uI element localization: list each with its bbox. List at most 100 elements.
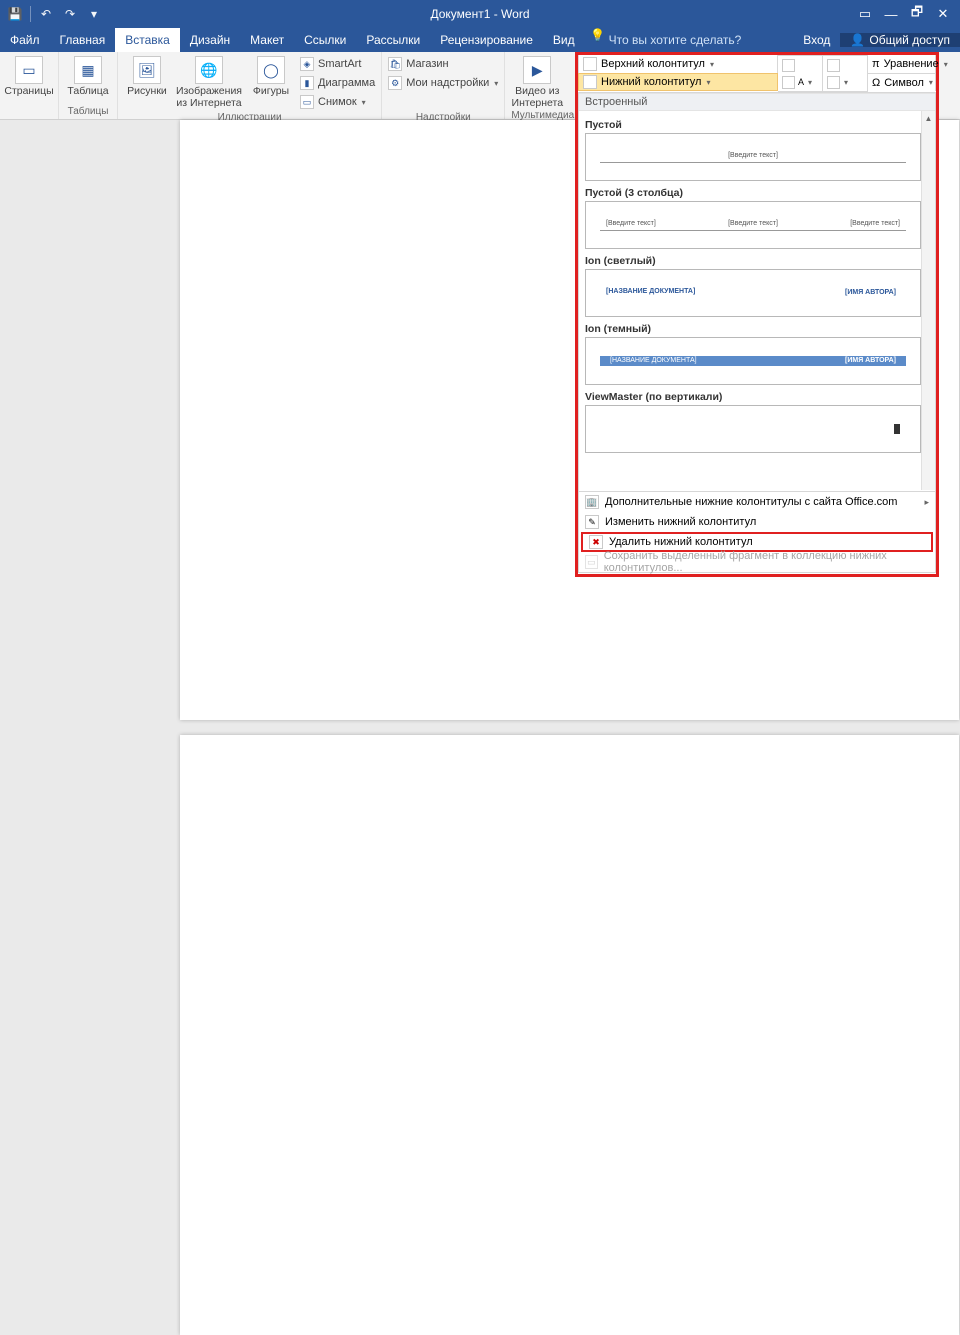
online-images-icon: 🌐 bbox=[195, 56, 223, 84]
qat-more-icon[interactable]: ▾ bbox=[85, 5, 103, 23]
gallery-item-title: ViewMaster (по вертикали) bbox=[585, 387, 921, 405]
ribbon-options-icon[interactable]: ▭ bbox=[854, 4, 876, 24]
quickparts-icon bbox=[782, 76, 795, 89]
tab-design[interactable]: Дизайн bbox=[180, 28, 240, 52]
document-title: Документ1 - Word bbox=[430, 7, 529, 21]
quick-access-toolbar: 💾 ↶ ↷ ▾ bbox=[0, 5, 109, 23]
header-icon bbox=[583, 57, 597, 71]
smartart-button[interactable]: ◈ SmartArt bbox=[300, 55, 375, 73]
preview-placeholder: [Введите текст] bbox=[850, 220, 900, 227]
video-label: Видео из Интернета bbox=[511, 86, 563, 109]
gallery-body: Встроенный Пустой [Введите текст] Пустой… bbox=[578, 92, 936, 573]
textbox-small-button[interactable] bbox=[782, 57, 818, 73]
myaddins-label: Мои надстройки bbox=[406, 77, 489, 89]
gallery-header: Верхний колонтитул▾ Нижний колонтитул▾ A… bbox=[578, 55, 936, 92]
table-label: Таблица bbox=[67, 86, 108, 98]
header-button[interactable]: Верхний колонтитул▾ bbox=[578, 55, 778, 73]
group-illustrations: 🖼 Рисунки 🌐 Изображения из Интернета ◯ Ф… bbox=[118, 52, 382, 119]
shapes-button[interactable]: ◯ Фигуры bbox=[248, 54, 294, 98]
tab-review[interactable]: Рецензирование bbox=[430, 28, 543, 52]
online-images-button[interactable]: 🌐 Изображения из Интернета bbox=[176, 54, 242, 109]
gallery-item-title: Пустой (3 столбца) bbox=[585, 183, 921, 201]
gallery-item-preview-blank[interactable]: [Введите текст] bbox=[585, 133, 921, 181]
footer-button[interactable]: Нижний колонтитул▾ bbox=[578, 73, 778, 91]
undo-icon[interactable]: ↶ bbox=[37, 5, 55, 23]
chevron-down-icon: ▾ bbox=[844, 78, 848, 87]
preview-placeholder: [ИМЯ АВТОРА] bbox=[845, 357, 896, 364]
preview-placeholder: [ИМЯ АВТОРА] bbox=[845, 289, 896, 296]
remove-footer-button[interactable]: ✖ Удалить нижний колонтитул bbox=[581, 532, 933, 552]
pages-button[interactable]: ▭ Страницы bbox=[6, 54, 52, 98]
share-button[interactable]: 👤 Общий доступ bbox=[840, 33, 960, 47]
wordart-small-button[interactable] bbox=[827, 57, 863, 73]
tab-view[interactable]: Вид bbox=[543, 28, 585, 52]
illustrations-stack: ◈ SmartArt ▮Диаграмма ▭Снимок▾ bbox=[300, 54, 375, 111]
scroll-up-icon[interactable]: ▲ bbox=[922, 111, 935, 125]
tellme-input[interactable]: Что вы хотите сделать? bbox=[609, 28, 742, 52]
document-page[interactable] bbox=[180, 735, 959, 1335]
gallery-item-preview-viewmaster[interactable] bbox=[585, 405, 921, 453]
tab-layout[interactable]: Макет bbox=[240, 28, 294, 52]
tab-home[interactable]: Главная bbox=[50, 28, 116, 52]
screenshot-button[interactable]: ▭Снимок▾ bbox=[300, 93, 375, 111]
save-selection-icon: ▭ bbox=[585, 555, 598, 569]
more-footers-button[interactable]: 🏢 Дополнительные нижние колонтитулы с са… bbox=[579, 492, 935, 512]
chevron-down-icon: ▾ bbox=[494, 79, 498, 88]
signin-button[interactable]: Вход bbox=[793, 33, 840, 47]
group-tables: ▦ Таблица Таблицы bbox=[59, 52, 118, 119]
preview-line bbox=[600, 162, 906, 163]
gallery-item-preview-ion-light[interactable]: [НАЗВАНИЕ ДОКУМЕНТА] [ИМЯ АВТОРА] bbox=[585, 269, 921, 317]
share-label: Общий доступ bbox=[869, 33, 950, 47]
symbol-button[interactable]: Ω Символ▾ bbox=[868, 73, 936, 91]
tab-mailings[interactable]: Рассылки bbox=[356, 28, 430, 52]
store-button[interactable]: 🛍Магазин bbox=[388, 55, 498, 73]
myaddins-icon: ⚙ bbox=[388, 76, 402, 90]
edit-footer-button[interactable]: ✎ Изменить нижний колонтитул bbox=[579, 512, 935, 532]
group-pages: ▭ Страницы bbox=[0, 52, 59, 119]
wordart-icon bbox=[827, 59, 840, 72]
smartart-icon: ◈ bbox=[300, 57, 314, 71]
minimize-icon[interactable]: — bbox=[880, 4, 902, 24]
gallery-item-preview-blank3[interactable]: [Введите текст] [Введите текст] [Введите… bbox=[585, 201, 921, 249]
shapes-label: Фигуры bbox=[253, 86, 289, 98]
remove-footer-label: Удалить нижний колонтитул bbox=[609, 536, 753, 548]
online-video-button[interactable]: ▶ Видео из Интернета bbox=[511, 54, 563, 109]
chevron-down-icon: ▾ bbox=[944, 60, 948, 69]
video-icon: ▶ bbox=[523, 56, 551, 84]
pictures-button[interactable]: 🖼 Рисунки bbox=[124, 54, 170, 98]
footer-icon bbox=[583, 75, 597, 89]
tab-insert[interactable]: Вставка bbox=[115, 28, 180, 52]
save-selection-button: ▭ Сохранить выделенный фрагмент в коллек… bbox=[579, 552, 935, 572]
redo-icon[interactable]: ↷ bbox=[61, 5, 79, 23]
ribbon-tabs: Файл Главная Вставка Дизайн Макет Ссылки… bbox=[0, 28, 960, 52]
table-button[interactable]: ▦ Таблица bbox=[65, 54, 111, 98]
equation-button[interactable]: π Уравнение▾ bbox=[868, 55, 936, 73]
shapes-icon: ◯ bbox=[257, 56, 285, 84]
screenshot-icon: ▭ bbox=[300, 95, 314, 109]
table-icon: ▦ bbox=[74, 56, 102, 84]
tab-references[interactable]: Ссылки bbox=[294, 28, 356, 52]
gallery-item-title: Ion (темный) bbox=[585, 319, 921, 337]
save-selection-label: Сохранить выделенный фрагмент в коллекци… bbox=[604, 550, 929, 574]
gallery-scrollbar[interactable]: ▲ bbox=[921, 111, 935, 490]
group-addins: 🛍Магазин ⚙Мои надстройки▾ Надстройки bbox=[382, 52, 505, 119]
pages-label: Страницы bbox=[4, 86, 53, 98]
gallery-item-preview-ion-dark[interactable]: [НАЗВАНИЕ ДОКУМЕНТА] [ИМЯ АВТОРА] bbox=[585, 337, 921, 385]
edit-footer-label: Изменить нижний колонтитул bbox=[605, 516, 756, 528]
preview-placeholder: [НАЗВАНИЕ ДОКУМЕНТА] bbox=[606, 288, 695, 295]
dropcap-small-button[interactable]: ▾ bbox=[827, 74, 863, 90]
chevron-down-icon: ▾ bbox=[710, 60, 714, 69]
smartart-label: SmartArt bbox=[318, 58, 361, 70]
quickparts-small-button[interactable]: A▾ bbox=[782, 74, 818, 90]
gallery-footer-menu: 🏢 Дополнительные нижние колонтитулы с са… bbox=[579, 491, 935, 572]
edit-icon: ✎ bbox=[585, 515, 599, 529]
chart-button[interactable]: ▮Диаграмма bbox=[300, 74, 375, 92]
chevron-down-icon: ▾ bbox=[706, 78, 710, 87]
close-icon[interactable]: ✕ bbox=[932, 4, 954, 24]
save-icon[interactable]: 💾 bbox=[6, 5, 24, 23]
myaddins-button[interactable]: ⚙ Мои надстройки ▾ bbox=[388, 74, 498, 92]
tab-file[interactable]: Файл bbox=[0, 28, 50, 52]
chart-icon: ▮ bbox=[300, 76, 314, 90]
preview-placeholder: [НАЗВАНИЕ ДОКУМЕНТА] bbox=[610, 357, 697, 364]
restore-icon[interactable]: 🗗 bbox=[906, 4, 928, 24]
